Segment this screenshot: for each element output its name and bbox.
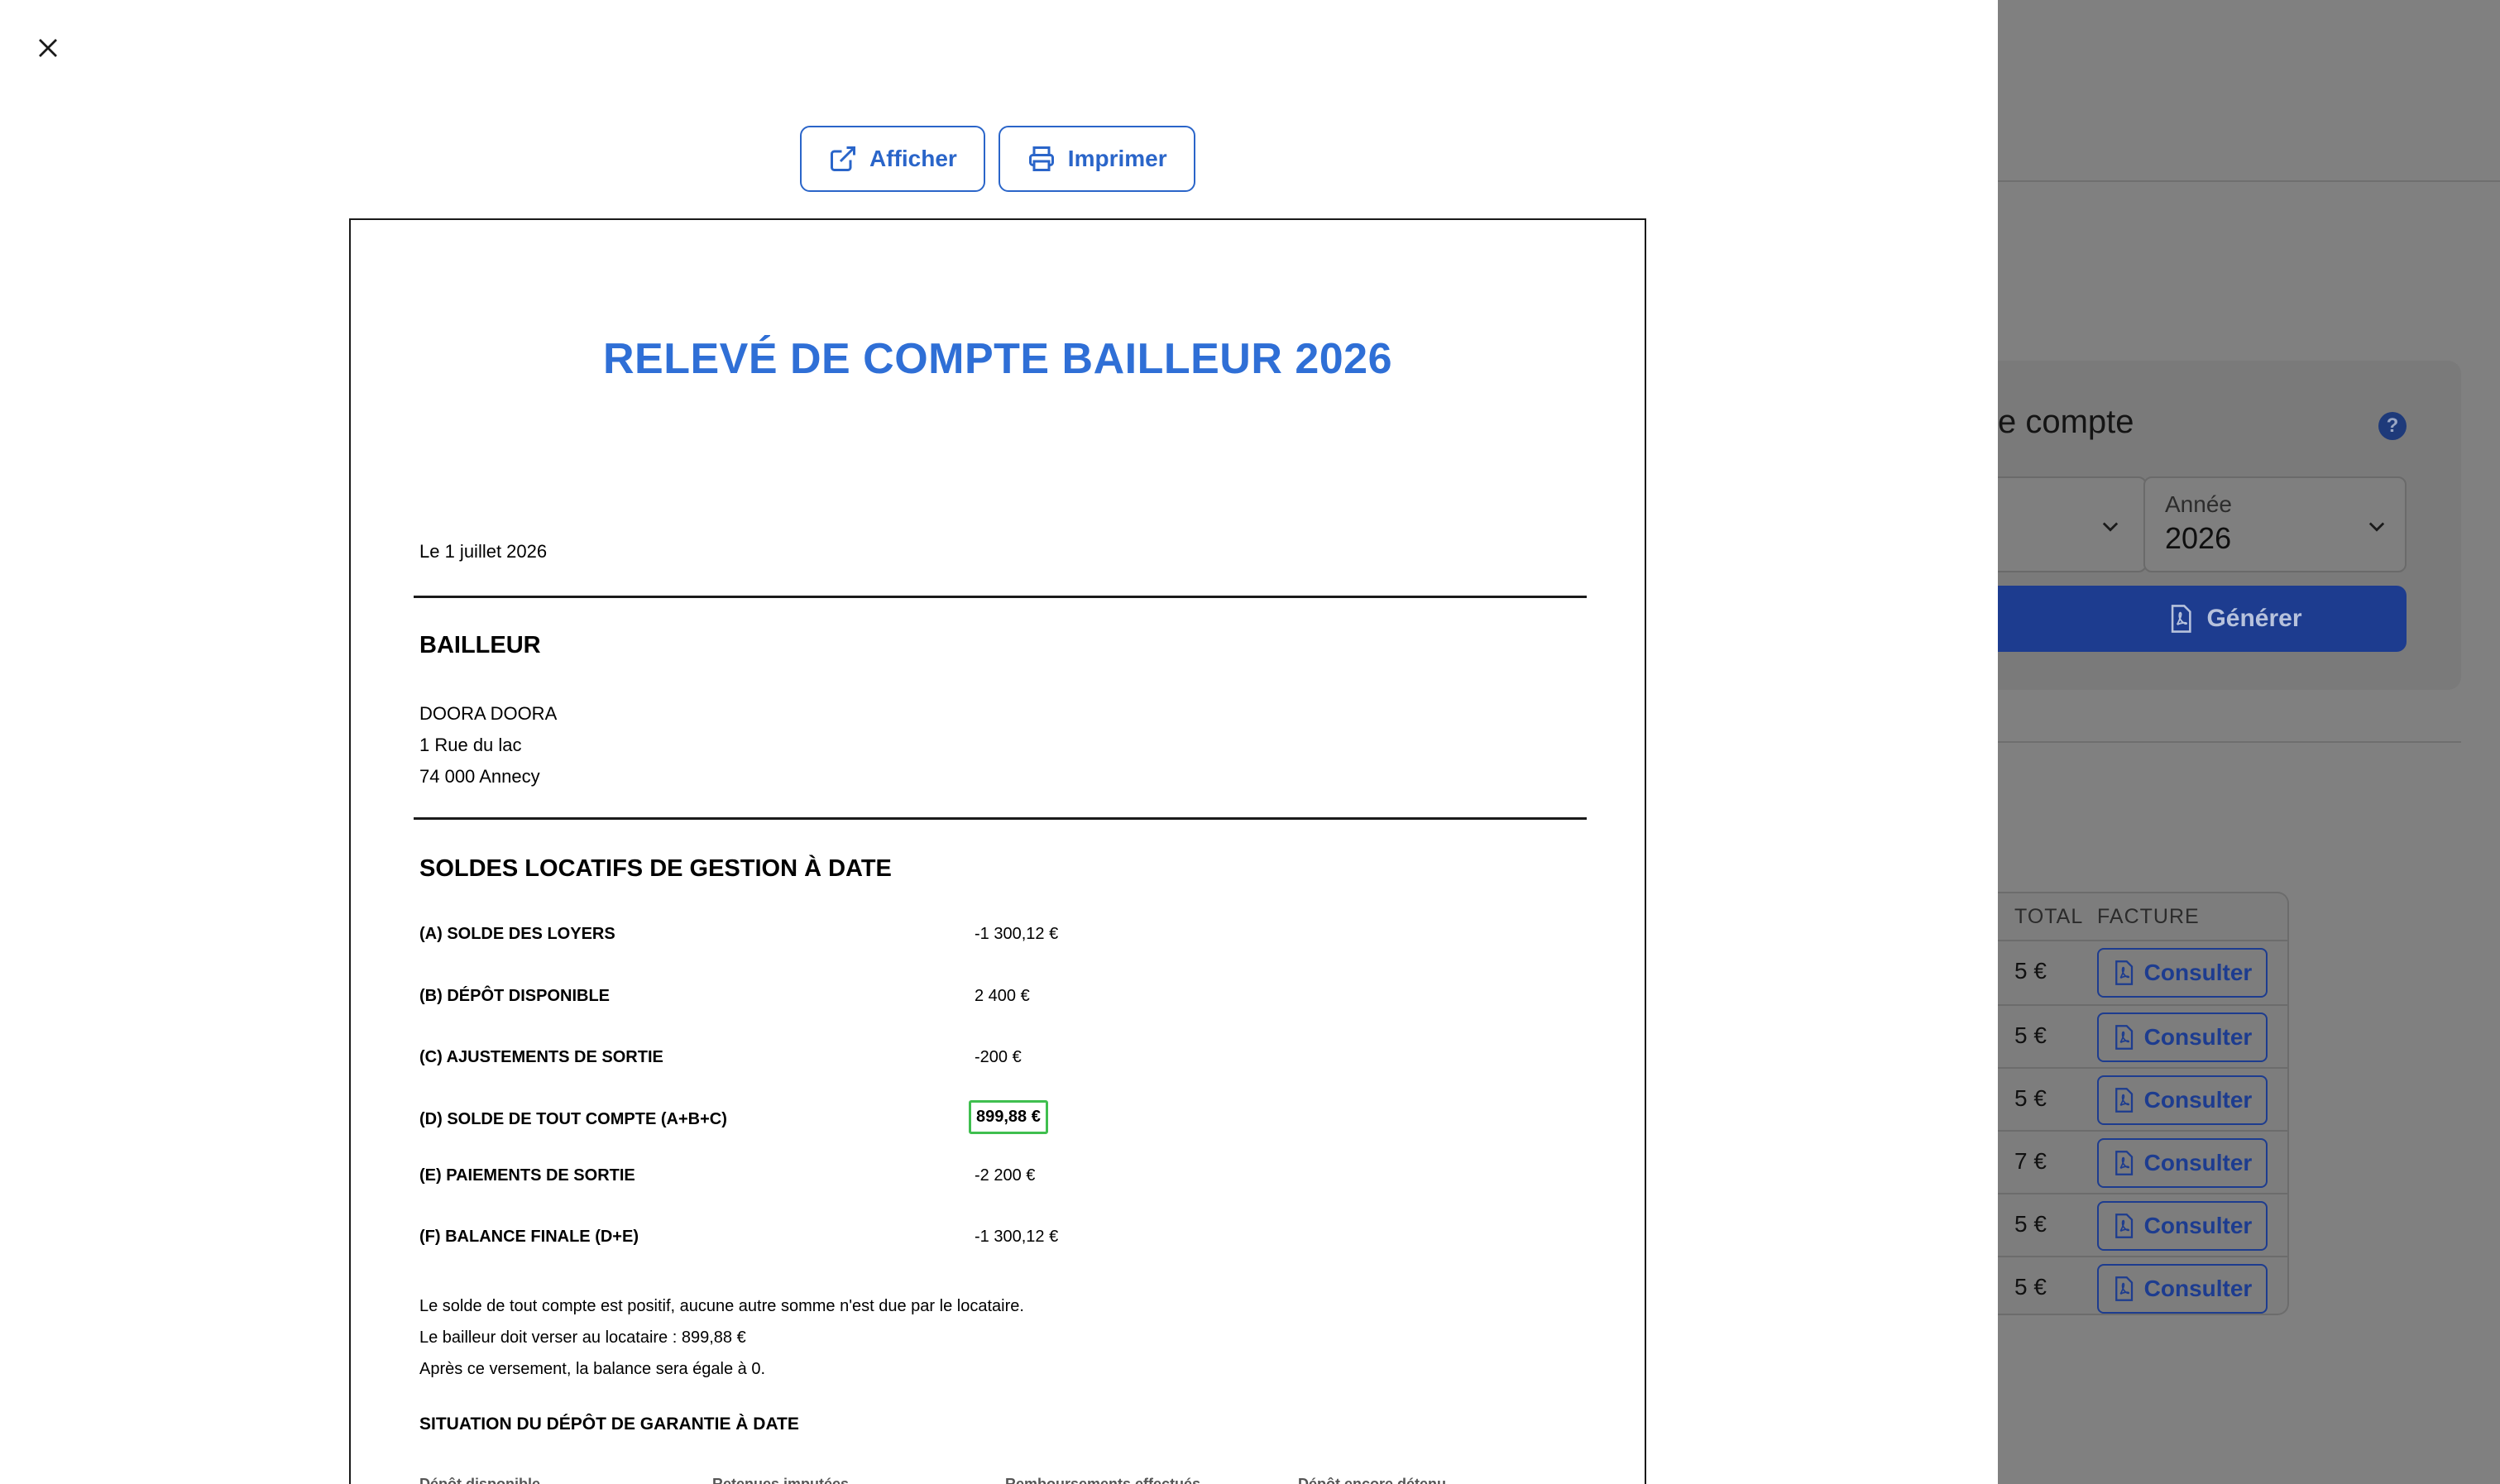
consult-button-label: Consulter bbox=[2143, 1024, 2253, 1050]
consult-button[interactable]: Consulter bbox=[2097, 948, 2268, 998]
close-button[interactable] bbox=[25, 25, 71, 71]
row-total: 5 € bbox=[2014, 1211, 2047, 1237]
document-title: RELEVÉ DE COMPTE BAILLEUR 2026 bbox=[602, 335, 1393, 383]
column-header-total: TOTAL bbox=[2014, 905, 2084, 928]
row-total: 5 € bbox=[2014, 958, 2047, 984]
open-document-button[interactable]: Afficher bbox=[800, 126, 985, 192]
row-total: 5 € bbox=[2014, 1274, 2047, 1300]
consult-button-label: Consulter bbox=[2143, 1150, 2253, 1175]
balance-value: 2 400 € bbox=[975, 987, 1030, 1005]
background-app: e compte ? Année 2026 Générer TOTAL FACT… bbox=[1998, 0, 2500, 1484]
column-header-invoice: FACTURE bbox=[2097, 905, 2200, 928]
balance-value: -1 300,12 € bbox=[975, 1228, 1059, 1246]
document-date: Le 1 juillet 2026 bbox=[419, 541, 548, 562]
consult-button[interactable]: Consulter bbox=[2097, 1075, 2268, 1125]
year-select-value: 2026 bbox=[2165, 521, 2232, 555]
consult-button-label: Consulter bbox=[2143, 1276, 2253, 1301]
settlement-notes: Le solde de tout compte est positif, auc… bbox=[419, 1290, 1024, 1385]
consult-button-label: Consulter bbox=[2143, 1213, 2253, 1238]
soldes-heading: SOLDES LOCATIFS DE GESTION À DATE bbox=[419, 855, 892, 882]
table-row: 5 € Consulter bbox=[1998, 1067, 2287, 1130]
help-icon[interactable]: ? bbox=[2378, 412, 2407, 440]
deposit-column-header: Dépôt encore détenu bbox=[1298, 1476, 1447, 1484]
row-total: 7 € bbox=[2014, 1148, 2047, 1174]
note-line: Après ce versement, la balance sera égal… bbox=[419, 1360, 766, 1378]
deposit-column-header: Retenues imputées bbox=[712, 1476, 850, 1484]
pdf-icon bbox=[2172, 605, 2192, 633]
month-select[interactable] bbox=[1998, 476, 2147, 572]
table-row: 5 € Consulter bbox=[1998, 1004, 2287, 1067]
consult-button-label: Consulter bbox=[2143, 1087, 2253, 1113]
table-row: 7 € Consulter bbox=[1998, 1130, 2287, 1193]
note-line: Le solde de tout compte est positif, auc… bbox=[419, 1297, 1024, 1315]
balance-label: (C) AJUSTEMENTS DE SORTIE bbox=[419, 1048, 663, 1066]
bailleur-address: DOORA DOORA 1 Rue du lac 74 000 Annecy bbox=[419, 698, 557, 792]
close-icon bbox=[39, 39, 57, 57]
row-total: 5 € bbox=[2014, 1022, 2047, 1048]
pdf-icon bbox=[2114, 1088, 2133, 1113]
pdf-icon bbox=[2114, 960, 2133, 985]
consult-button[interactable]: Consulter bbox=[2097, 1264, 2268, 1314]
divider bbox=[414, 817, 1587, 820]
bailleur-street: 1 Rue du lac bbox=[419, 735, 522, 755]
print-label: Imprimer bbox=[1067, 146, 1167, 171]
bailleur-name: DOORA DOORA bbox=[419, 703, 558, 724]
chevron-down-icon bbox=[2368, 522, 2385, 532]
table-row: 5 € Consulter bbox=[1998, 1256, 2287, 1319]
generate-button[interactable]: Générer bbox=[1998, 586, 2407, 652]
consult-button[interactable]: Consulter bbox=[2097, 1201, 2268, 1251]
section-divider bbox=[1998, 741, 2461, 743]
year-select[interactable]: Année 2026 bbox=[2143, 476, 2407, 572]
header-divider bbox=[1998, 180, 2500, 182]
preview-toolbar: Afficher Imprimer bbox=[800, 126, 1195, 192]
open-document-label: Afficher bbox=[869, 146, 957, 171]
table-row: 5 € Consulter bbox=[1998, 1193, 2287, 1256]
consult-button[interactable]: Consulter bbox=[2097, 1012, 2268, 1062]
pdf-icon bbox=[2114, 1025, 2133, 1050]
pdf-icon bbox=[2114, 1151, 2133, 1175]
consult-button[interactable]: Consulter bbox=[2097, 1138, 2268, 1188]
pdf-page: RELEVÉ DE COMPTE BAILLEUR 2026 Le 1 juil… bbox=[349, 218, 1646, 1484]
pdf-icon bbox=[2114, 1276, 2133, 1301]
deposit-heading: SITUATION DU DÉPÔT DE GARANTIE À DATE bbox=[419, 1415, 799, 1434]
table-row: 5 € Consulter bbox=[1998, 941, 2287, 1004]
row-total: 5 € bbox=[2014, 1085, 2047, 1111]
note-line: Le bailleur doit verser au locataire : 8… bbox=[419, 1328, 746, 1347]
balance-value: -1 300,12 € bbox=[975, 925, 1059, 943]
year-select-label: Année bbox=[2165, 491, 2232, 517]
generate-button-label: Générer bbox=[2206, 605, 2302, 632]
bailleur-heading: BAILLEUR bbox=[419, 632, 541, 658]
statement-card-title: e compte bbox=[1998, 404, 2134, 440]
print-button[interactable]: Imprimer bbox=[998, 126, 1195, 192]
balance-label: (F) BALANCE FINALE (D+E) bbox=[419, 1228, 639, 1246]
balance-value: -200 € bbox=[975, 1048, 1022, 1066]
divider bbox=[414, 596, 1587, 598]
highlighted-balance-value: 899,88 € bbox=[969, 1100, 1048, 1134]
balance-label: (D) SOLDE DE TOUT COMPTE (A+B+C) bbox=[419, 1110, 727, 1128]
deposit-column-header: Dépôt disponible bbox=[419, 1476, 540, 1484]
consult-button-label: Consulter bbox=[2143, 960, 2253, 985]
invoices-table: TOTAL FACTURE 5 € Consulter 5 € Consulte… bbox=[1998, 892, 2289, 1315]
deposit-column-header: Remboursements effectués bbox=[1005, 1476, 1201, 1484]
balance-label: (A) SOLDE DES LOYERS bbox=[419, 925, 615, 943]
document-preview-modal: Afficher Imprimer RELEVÉ DE COMPTE BAILL… bbox=[0, 0, 1998, 1484]
pdf-icon bbox=[2114, 1214, 2133, 1238]
chevron-down-icon bbox=[2102, 522, 2119, 532]
bailleur-city: 74 000 Annecy bbox=[419, 766, 540, 787]
balance-value: -2 200 € bbox=[975, 1166, 1036, 1185]
external-link-icon bbox=[831, 146, 855, 171]
balance-label: (B) DÉPÔT DISPONIBLE bbox=[419, 987, 611, 1005]
balance-label: (E) PAIEMENTS DE SORTIE bbox=[419, 1166, 635, 1185]
printer-icon bbox=[1028, 146, 1054, 171]
